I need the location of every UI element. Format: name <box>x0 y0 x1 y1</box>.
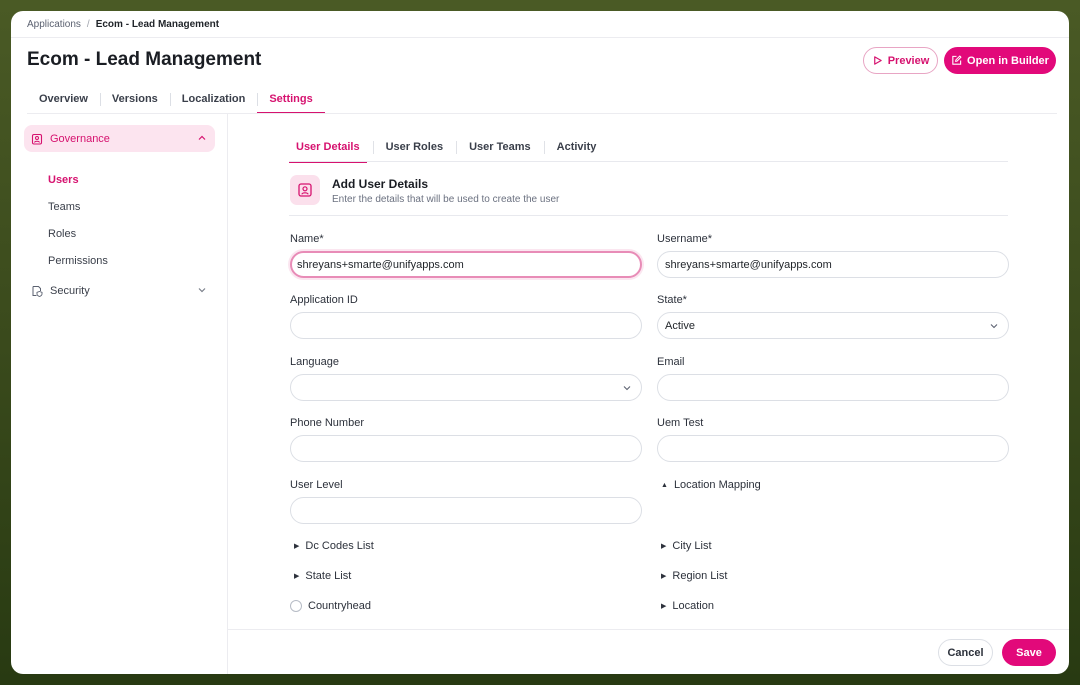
phone-number-input[interactable] <box>290 435 642 462</box>
application-id-input[interactable] <box>290 312 642 339</box>
radio-icon[interactable] <box>290 600 302 612</box>
breadcrumb-root[interactable]: Applications <box>27 19 81 30</box>
tab-localization[interactable]: Localization <box>169 85 258 113</box>
triangle-right-icon: ▶ <box>661 573 667 580</box>
sidebar-group-governance[interactable]: Governance <box>24 125 215 152</box>
main-tabs: Overview Versions Localization Settings <box>27 85 326 114</box>
shield-document-icon <box>31 285 43 297</box>
sidebar-group-label: Governance <box>50 132 110 145</box>
footer-divider <box>228 629 1069 630</box>
edit-icon <box>951 55 962 66</box>
location-toggle[interactable]: ▶ Location <box>661 600 714 612</box>
state-list-toggle[interactable]: ▶ State List <box>294 570 351 582</box>
location-mapping-toggle[interactable]: ▲ Location Mapping <box>661 479 761 491</box>
user-card-icon <box>290 175 320 205</box>
section-subtitle: Enter the details that will be used to c… <box>332 194 560 205</box>
chevron-up-icon <box>197 133 207 143</box>
countryhead-option[interactable]: Countryhead <box>290 600 371 612</box>
city-list-toggle[interactable]: ▶ City List <box>661 540 712 552</box>
region-list-label: Region List <box>672 570 728 582</box>
save-button[interactable]: Save <box>1002 639 1056 666</box>
breadcrumb-current: Ecom - Lead Management <box>95 18 220 30</box>
cancel-button[interactable]: Cancel <box>938 639 993 666</box>
language-label: Language <box>290 356 339 368</box>
preview-button[interactable]: Preview <box>863 47 938 74</box>
name-input[interactable] <box>290 251 642 278</box>
location-mapping-label: Location Mapping <box>673 479 761 491</box>
state-list-label: State List <box>305 570 352 582</box>
email-input[interactable] <box>657 374 1009 401</box>
state-value: Active <box>665 319 695 332</box>
play-icon <box>872 55 883 66</box>
sub-tabs-divider <box>289 161 1008 162</box>
triangle-right-icon: ▶ <box>661 543 667 550</box>
region-list-toggle[interactable]: ▶ Region List <box>661 570 727 582</box>
chevron-down-icon <box>989 321 999 331</box>
triangle-right-icon: ▶ <box>294 573 300 580</box>
username-label: Username* <box>657 233 713 245</box>
email-label: Email <box>657 356 685 368</box>
username-input[interactable] <box>657 251 1009 278</box>
tab-activity[interactable]: Activity <box>543 132 604 162</box>
city-list-label: City List <box>672 540 712 552</box>
breadcrumb-separator: / <box>86 18 90 30</box>
section-title: Add User Details <box>332 177 429 191</box>
language-select[interactable] <box>290 374 642 401</box>
breadcrumb: Applications / Ecom - Lead Management <box>11 11 1069 38</box>
uem-test-input[interactable] <box>657 435 1009 462</box>
tab-overview[interactable]: Overview <box>27 85 100 113</box>
state-select[interactable]: Active <box>657 312 1009 339</box>
user-level-label: User Level <box>290 479 343 491</box>
location-label: Location <box>672 600 714 612</box>
tab-settings[interactable]: Settings <box>257 85 326 114</box>
sidebar-group-security[interactable]: Security <box>24 277 215 304</box>
badge-icon <box>31 133 43 145</box>
user-sub-tabs: User Details User Roles User Teams Activ… <box>289 132 615 163</box>
triangle-right-icon: ▶ <box>661 603 667 610</box>
sidebar-item-users[interactable]: Users <box>48 174 79 186</box>
open-in-builder-label: Open in Builder <box>967 54 1049 67</box>
sidebar-group-label: Security <box>50 284 90 297</box>
triangle-right-icon: ▶ <box>294 543 300 550</box>
tab-user-teams[interactable]: User Teams <box>456 132 538 162</box>
sidebar-item-teams[interactable]: Teams <box>48 201 80 213</box>
application-id-label: Application ID <box>290 294 358 306</box>
section-divider <box>289 215 1008 216</box>
user-level-input[interactable] <box>290 497 642 524</box>
tab-versions[interactable]: Versions <box>99 85 170 113</box>
tab-user-details[interactable]: User Details <box>289 132 367 163</box>
preview-label: Preview <box>887 54 930 67</box>
dc-codes-list-toggle[interactable]: ▶ Dc Codes List <box>294 540 374 552</box>
open-in-builder-button[interactable]: Open in Builder <box>944 47 1056 74</box>
triangle-up-icon: ▲ <box>661 481 668 489</box>
phone-number-label: Phone Number <box>290 417 364 429</box>
countryhead-label: Countryhead <box>308 600 371 612</box>
app-window: Applications / Ecom - Lead Management Ec… <box>11 11 1069 674</box>
sidebar: Governance Users Teams Roles Permissions… <box>11 114 228 674</box>
page-title: Ecom - Lead Management <box>27 49 262 70</box>
chevron-down-icon <box>197 285 207 295</box>
state-label: State* <box>657 294 687 306</box>
name-label: Name* <box>290 233 324 245</box>
dc-codes-list-label: Dc Codes List <box>305 540 374 552</box>
uem-test-label: Uem Test <box>657 417 704 429</box>
tab-user-roles[interactable]: User Roles <box>372 132 450 162</box>
sidebar-item-permissions[interactable]: Permissions <box>48 255 108 267</box>
chevron-down-icon <box>622 383 632 393</box>
sidebar-item-roles[interactable]: Roles <box>48 228 76 240</box>
